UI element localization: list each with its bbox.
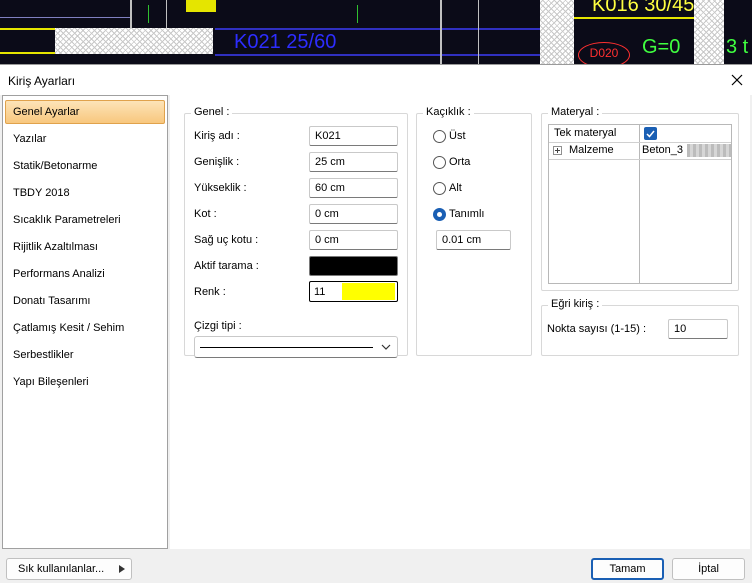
- nav-item-sicaklik-parametreleri[interactable]: Sıcaklık Parametreleri: [5, 208, 165, 232]
- nav-item-yapi-bilesenleri[interactable]: Yapı Bileşenleri: [5, 370, 165, 394]
- expand-toggle[interactable]: [553, 146, 562, 155]
- egri-kiris-group-title: Eğri kiriş :: [548, 298, 603, 310]
- favorites-button[interactable]: Sık kullanılanlar...: [6, 558, 132, 580]
- malzeme-label: Malzeme: [569, 144, 614, 156]
- beam-label: K021 25/60: [234, 31, 337, 53]
- genel-group-title: Genel :: [191, 106, 233, 118]
- nav-item-catlamis-kesit-sehim[interactable]: Çatlamış Kesit / Sehim: [5, 316, 165, 340]
- nav-item-serbestlikler[interactable]: Serbestlikler: [5, 343, 165, 367]
- beam-settings-dialog: Kiriş Ayarları Genel Ayarlar Yazılar Sta…: [0, 64, 752, 583]
- window-title: Kiriş Ayarları: [8, 74, 76, 88]
- kiris-adi-input[interactable]: K021: [309, 126, 398, 146]
- settings-content: Genel : Kiriş adı : K021 Genişlik : 25 c…: [170, 95, 750, 549]
- genislik-label: Genişlik :: [194, 156, 240, 168]
- close-icon: [731, 74, 743, 86]
- radio-tanimli-label: Tanımlı: [449, 208, 485, 220]
- materyal-group: Materyal : Tek materyal Malzeme Beton_3: [541, 106, 739, 291]
- aktif-tarama-label: Aktif tarama :: [194, 260, 259, 272]
- chevron-down-icon: [381, 344, 391, 350]
- plus-icon: [555, 148, 560, 153]
- kot-input[interactable]: 0 cm: [309, 204, 398, 224]
- column-hatch: [540, 0, 574, 66]
- load-label: G=0: [642, 36, 681, 58]
- radio-alt[interactable]: Alt: [433, 180, 462, 196]
- renk-swatch: [342, 283, 395, 300]
- radio-button: [433, 181, 446, 195]
- radio-button: [433, 129, 446, 143]
- nav-item-yazilar[interactable]: Yazılar: [5, 127, 165, 151]
- radio-button-checked: [433, 207, 446, 221]
- ok-button[interactable]: Tamam: [591, 558, 664, 580]
- egri-kiris-group: Eğri kiriş : Nokta sayısı (1-15) : 10: [541, 298, 739, 356]
- chevron-right-icon: [119, 565, 125, 573]
- cancel-button[interactable]: İptal: [672, 558, 745, 580]
- nav-item-genel-ayarlar[interactable]: Genel Ayarlar: [5, 100, 165, 124]
- nav-item-rijitlik-azaltilmasi[interactable]: Rijitlik Azaltılması: [5, 235, 165, 259]
- kaciklik-group: Kaçıklık : Üst Orta Alt Tanımlı 0.01 cm: [416, 106, 532, 356]
- kot-label: Kot :: [194, 208, 217, 220]
- malzeme-dropdown-placeholder[interactable]: [687, 144, 731, 157]
- radio-ust[interactable]: Üst: [433, 128, 466, 144]
- materyal-grid: Tek materyal Malzeme Beton_3: [548, 124, 732, 284]
- line-type-preview: [200, 347, 373, 348]
- close-button[interactable]: [726, 69, 748, 91]
- check-icon: [646, 130, 655, 138]
- kaciklik-group-title: Kaçıklık :: [423, 106, 474, 118]
- sag-uc-kotu-label: Sağ uç kotu :: [194, 234, 259, 246]
- nav-item-statik-betonarme[interactable]: Statik/Betonarme: [5, 154, 165, 178]
- radio-button: [433, 155, 446, 169]
- settings-nav: Genel Ayarlar Yazılar Statik/Betonarme T…: [2, 95, 168, 549]
- nav-item-performans-analizi[interactable]: Performans Analizi: [5, 262, 165, 286]
- sag-uc-kotu-input[interactable]: 0 cm: [309, 230, 398, 250]
- cizgi-tipi-select[interactable]: [194, 336, 398, 358]
- nav-item-donati-tasarimi[interactable]: Donatı Tasarımı: [5, 289, 165, 313]
- beam-label: K016 30/45: [592, 0, 695, 16]
- radio-alt-label: Alt: [449, 182, 462, 194]
- renk-label: Renk :: [194, 286, 226, 298]
- tek-materyal-checkbox[interactable]: [644, 127, 657, 140]
- radio-orta-label: Orta: [449, 156, 471, 168]
- renk-picker[interactable]: 11: [309, 281, 398, 302]
- genel-group: Genel : Kiriş adı : K021 Genişlik : 25 c…: [184, 106, 408, 358]
- tek-materyal-label: Tek materyal: [554, 127, 617, 139]
- load-label: 3 t: [726, 36, 749, 58]
- column-label: D020: [578, 42, 630, 66]
- radio-ust-label: Üst: [449, 130, 466, 142]
- cizgi-tipi-label: Çizgi tipi :: [194, 320, 242, 332]
- column-hatch: [694, 0, 724, 66]
- yukseklik-label: Yükseklik :: [194, 182, 247, 194]
- yukseklik-input[interactable]: 60 cm: [309, 178, 398, 198]
- nokta-sayisi-input[interactable]: 10: [668, 319, 728, 339]
- malzeme-value[interactable]: Beton_3: [642, 144, 683, 156]
- renk-value: 11: [314, 286, 326, 298]
- nokta-sayisi-label: Nokta sayısı (1-15) :: [547, 323, 647, 335]
- cad-background: K021 25/60 K016 30/45 D020 G=0 3 t: [0, 0, 752, 66]
- nav-item-tbdy-2018[interactable]: TBDY 2018: [5, 181, 165, 205]
- aktif-tarama-swatch[interactable]: [309, 256, 398, 276]
- radio-orta[interactable]: Orta: [433, 154, 470, 170]
- radio-tanimli[interactable]: Tanımlı: [433, 206, 484, 222]
- kiris-adi-label: Kiriş adı :: [194, 130, 240, 142]
- kaciklik-value-input[interactable]: 0.01 cm: [436, 230, 511, 250]
- materyal-group-title: Materyal :: [548, 106, 603, 118]
- genislik-input[interactable]: 25 cm: [309, 152, 398, 172]
- beam-hatch: [55, 28, 213, 54]
- title-bar: Kiriş Ayarları: [0, 65, 752, 95]
- favorites-label: Sık kullanılanlar...: [18, 563, 105, 575]
